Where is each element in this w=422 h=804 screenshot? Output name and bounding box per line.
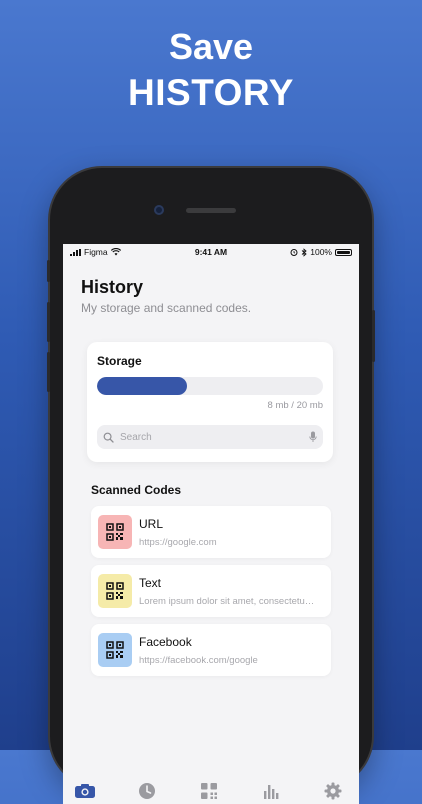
headline-line-2: HISTORY bbox=[128, 72, 294, 113]
earpiece-speaker bbox=[186, 208, 236, 213]
qr-code-icon bbox=[106, 582, 124, 600]
camera-icon bbox=[75, 784, 95, 798]
bottom-tab-bar bbox=[63, 778, 359, 804]
scanned-codes-heading: Scanned Codes bbox=[91, 483, 182, 497]
phone-frame: Figma 9:41 AM 100% History My storage an… bbox=[47, 168, 375, 804]
volume-up-button bbox=[47, 302, 50, 342]
tab-settings[interactable] bbox=[313, 778, 353, 804]
headline-line-1: Save bbox=[168, 26, 254, 67]
battery-icon bbox=[335, 248, 352, 256]
clock-icon bbox=[139, 783, 155, 799]
item-title: Text bbox=[139, 576, 162, 590]
mute-switch bbox=[47, 260, 50, 282]
storage-progress-fill bbox=[97, 377, 188, 395]
qr-thumbnail bbox=[98, 574, 132, 608]
search-icon bbox=[103, 432, 114, 443]
storage-card: Storage 8 mb / 20 mb bbox=[87, 342, 333, 462]
storage-progress-bar bbox=[97, 377, 323, 395]
tab-stats[interactable] bbox=[251, 778, 291, 804]
gear-icon bbox=[324, 782, 342, 800]
list-item[interactable]: URL https://google.com bbox=[91, 506, 331, 558]
storage-used-text: 8 mb / 20 mb bbox=[267, 400, 323, 411]
bar-chart-icon bbox=[264, 785, 279, 799]
list-item[interactable]: Facebook https://facebook.com/google bbox=[91, 624, 331, 676]
alarm-icon bbox=[290, 249, 298, 256]
front-camera bbox=[154, 205, 164, 215]
page-title: History bbox=[81, 277, 144, 297]
tab-scan[interactable] bbox=[189, 778, 229, 804]
volume-down-button bbox=[47, 352, 50, 392]
search-input[interactable] bbox=[118, 430, 309, 444]
qr-thumbnail bbox=[98, 515, 132, 549]
item-subtitle: https://google.com bbox=[139, 537, 217, 548]
tab-history[interactable] bbox=[127, 778, 167, 804]
app-screen: Figma 9:41 AM 100% History My storage an… bbox=[63, 244, 359, 804]
qr-code-icon bbox=[106, 523, 124, 541]
battery-percent: 100% bbox=[310, 247, 332, 257]
qr-thumbnail bbox=[98, 633, 132, 667]
storage-label: Storage bbox=[97, 354, 142, 368]
item-subtitle: https://facebook.com/google bbox=[139, 655, 258, 666]
qr-code-icon bbox=[106, 641, 124, 659]
list-item[interactable]: Text Lorem ipsum dolor sit amet, consect… bbox=[91, 565, 331, 617]
microphone-icon[interactable] bbox=[309, 431, 317, 443]
item-subtitle: Lorem ipsum dolor sit amet, consectetu… bbox=[139, 596, 315, 607]
qr-code-icon bbox=[201, 783, 217, 799]
bluetooth-icon bbox=[301, 247, 307, 257]
status-bar: Figma 9:41 AM 100% bbox=[63, 244, 359, 260]
power-button bbox=[372, 310, 375, 362]
item-title: URL bbox=[139, 517, 164, 531]
search-bar[interactable] bbox=[97, 425, 323, 449]
page-subtitle: My storage and scanned codes. bbox=[81, 301, 252, 315]
tab-camera[interactable] bbox=[65, 778, 105, 804]
item-title: Facebook bbox=[139, 635, 192, 649]
